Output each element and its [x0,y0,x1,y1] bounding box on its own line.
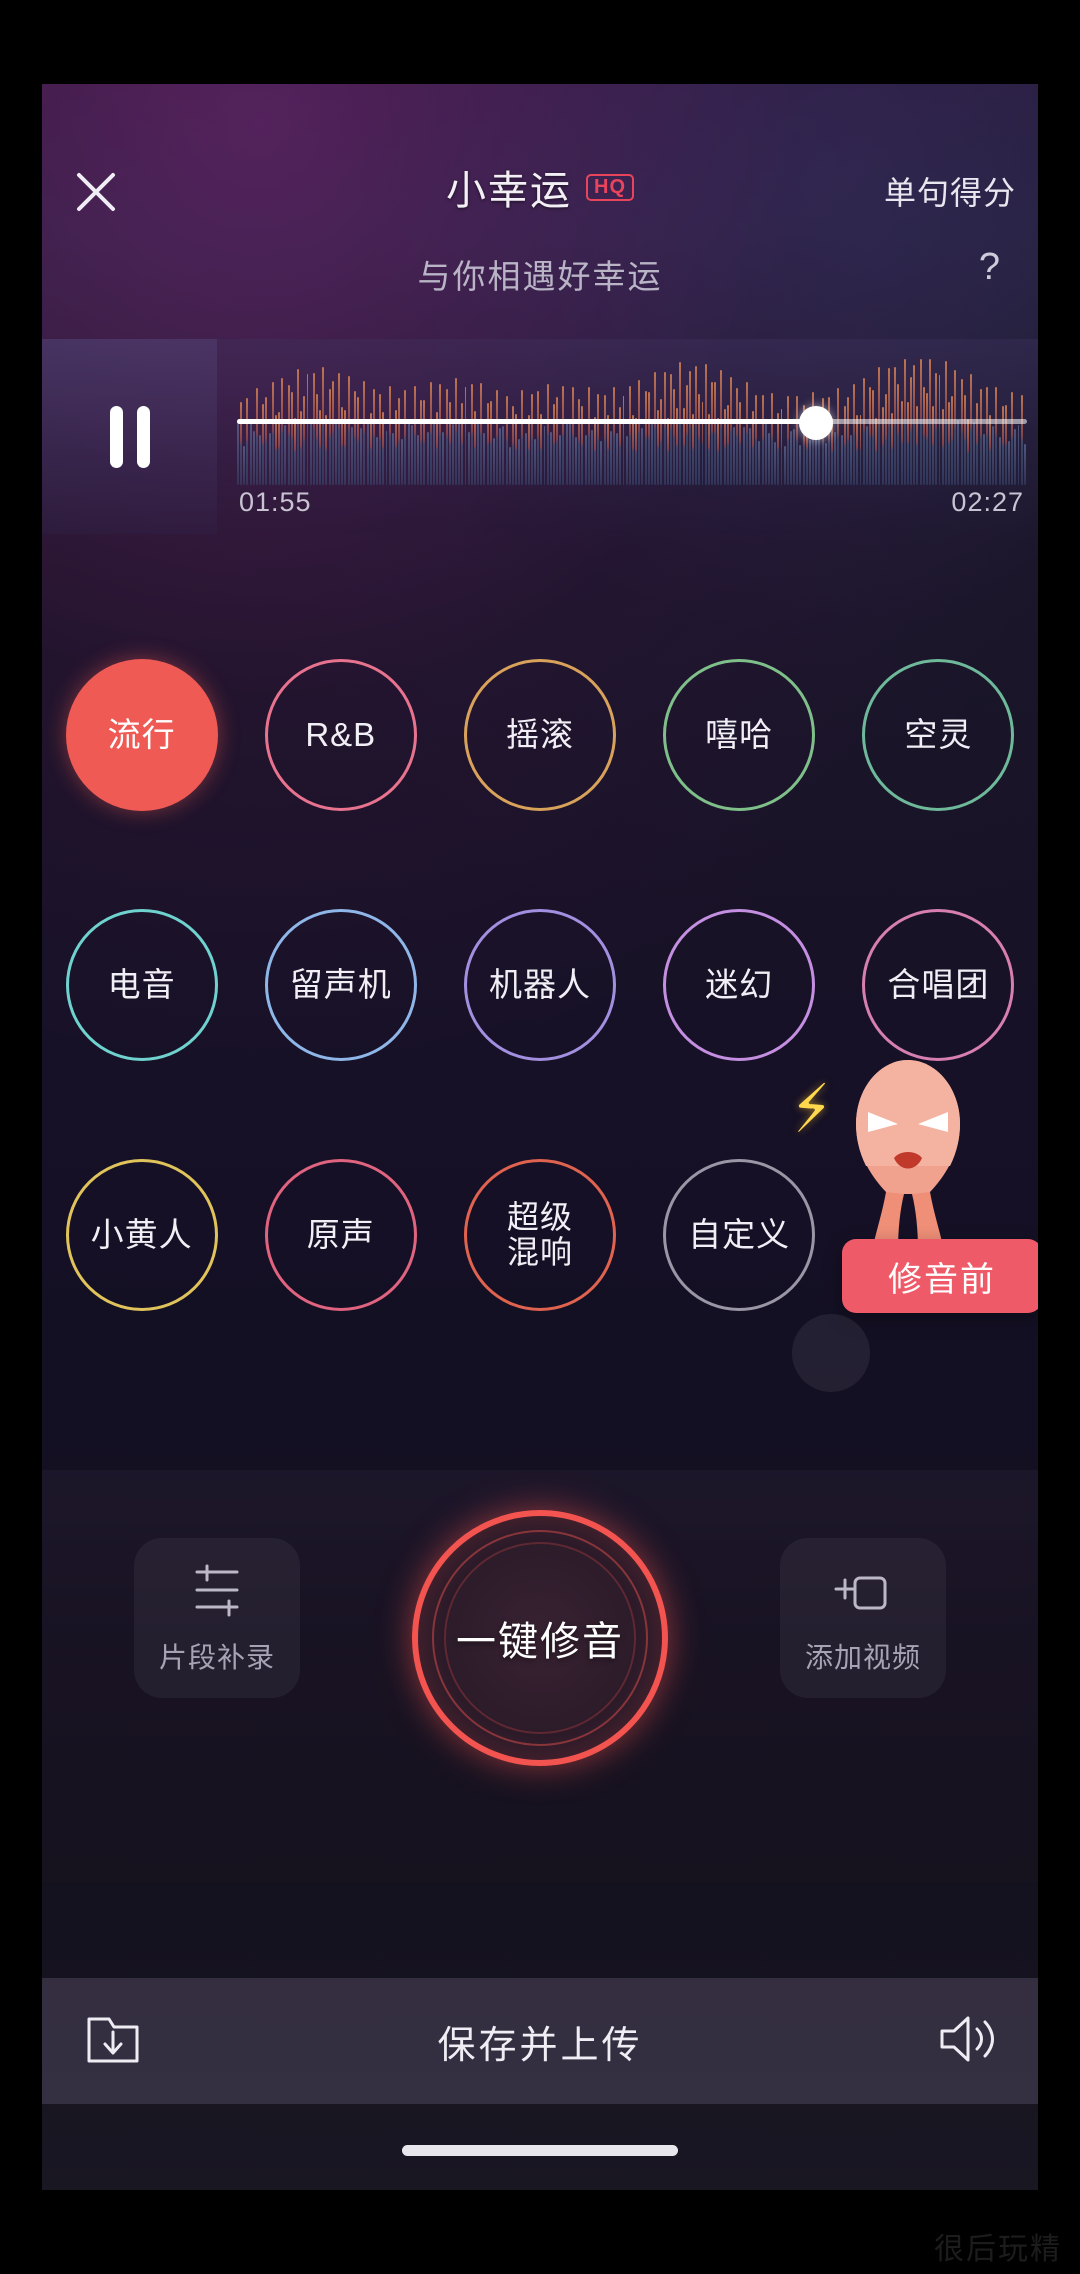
waveform-panel: 01:55 02:27 [42,339,1038,534]
effect-button-0[interactable]: 流行 [65,659,218,811]
effect-button-6[interactable]: 留声机 [264,909,417,1061]
effects-row: 小黄人 原声 超级 混响 自定义 [42,1149,1038,1321]
effect-cell: 小黄人 [42,1149,241,1321]
progress-track[interactable] [237,419,1027,424]
effect-button-7[interactable]: 机器人 [463,909,616,1061]
save-upload-button[interactable]: 保存并上传 [42,2014,1038,2069]
action-panel: 片段补录 一键修音 添加视频 [42,1470,1038,1882]
total-time: 02:27 [951,487,1024,517]
effect-cell: 原声 [241,1149,440,1321]
effect-button-2[interactable]: 摇滚 [463,659,616,811]
current-lyric: 与你相遇好幸运 [417,258,663,295]
effect-cell: 流行 [42,649,241,821]
effect-button-9[interactable]: 合唱团 [862,909,1015,1061]
save-bar: 保存并上传 [42,1978,1038,2104]
effects-row: 流行 R&B 摇滚 嘻哈 空灵 [42,649,1038,821]
effect-button-4[interactable]: 空灵 [862,659,1015,811]
screenshot-root: 小幸运 HQ 单句得分 与你相遇好幸运 ? 01:55 02:27 流行 R&B… [0,0,1080,2274]
effect-label: 流行 [107,716,176,754]
effect-label: 嘻哈 [705,716,774,754]
effect-label: 小黄人 [90,1216,193,1254]
effect-label: 摇滚 [505,716,574,754]
effect-label: 超级 混响 [506,1199,573,1270]
download-folder-icon[interactable] [84,2010,142,2073]
effect-label: 合唱团 [887,966,990,1004]
add-video-label: 添加视频 [804,1642,921,1673]
sentence-score-link[interactable]: 单句得分 [884,168,1016,214]
effect-label: 迷幻 [705,966,774,1004]
app-viewport: 小幸运 HQ 单句得分 与你相遇好幸运 ? 01:55 02:27 流行 R&B… [42,84,1038,2190]
effect-label: 自定义 [688,1216,791,1254]
effect-cell: 迷幻 [640,899,839,1071]
watermark: 很后玩精 [934,2233,1062,2266]
effect-label: 留声机 [289,966,392,1004]
effect-cell: 电音 [42,899,241,1071]
effect-button-12[interactable]: 超级 混响 [463,1159,616,1311]
effect-button-1[interactable]: R&B [264,659,417,811]
effect-label: R&B [305,716,377,754]
one-tap-tune-button[interactable]: 一键修音 [412,1510,668,1766]
effect-cell: 摇滚 [440,649,639,821]
add-video-button[interactable]: 添加视频 [780,1538,946,1698]
segment-rerecord-button[interactable]: 片段补录 [134,1538,300,1698]
page-title: 小幸运 [446,169,572,213]
dim-dot-decoration [792,1314,870,1392]
current-time: 01:55 [239,487,312,517]
effect-button-5[interactable]: 电音 [65,909,218,1061]
effect-cell: R&B [241,649,440,821]
effect-button-3[interactable]: 嘻哈 [663,659,816,811]
effects-row: 电音 留声机 机器人 迷幻 合唱团 [42,899,1038,1071]
effect-cell: 嘻哈 [640,649,839,821]
effect-cell: 机器人 [440,899,639,1071]
app-header: 小幸运 HQ 单句得分 [42,142,1038,238]
effect-label: 电音 [107,966,176,1004]
hq-badge: HQ [586,173,634,201]
segment-rerecord-label: 片段补录 [158,1642,275,1673]
home-indicator [402,2145,678,2156]
pause-icon[interactable] [42,339,217,534]
effects-grid: 流行 R&B 摇滚 嘻哈 空灵电音 留声机 机器人 迷幻 合唱团小黄人 原声 超级 混响 自定义 [42,649,1038,1349]
effect-button-8[interactable]: 迷幻 [663,909,816,1061]
help-icon[interactable]: ? [979,246,1000,289]
speaker-icon[interactable] [936,2011,998,2072]
lyric-row: 与你相遇好幸运 ? [42,246,1038,316]
effect-label: 机器人 [488,966,591,1004]
effect-button-11[interactable]: 原声 [264,1159,417,1311]
effect-button-10[interactable]: 小黄人 [65,1159,218,1311]
progress-fill [237,419,814,424]
effect-cell: 空灵 [839,649,1038,821]
segment-rerecord-icon [195,1564,239,1617]
one-tap-tune-label: 一键修音 [456,1620,624,1664]
effect-cell: 自定义 [640,1149,839,1321]
effect-cell: 合唱团 [839,899,1038,1071]
effect-label: 空灵 [904,716,973,754]
effect-cell: 留声机 [241,899,440,1071]
waveform-area[interactable]: 01:55 02:27 [217,339,1038,534]
effect-label: 原声 [306,1216,375,1254]
add-video-icon [834,1576,887,1610]
effect-cell: 超级 混响 [440,1149,639,1321]
effect-button-13[interactable]: 自定义 [663,1159,816,1311]
